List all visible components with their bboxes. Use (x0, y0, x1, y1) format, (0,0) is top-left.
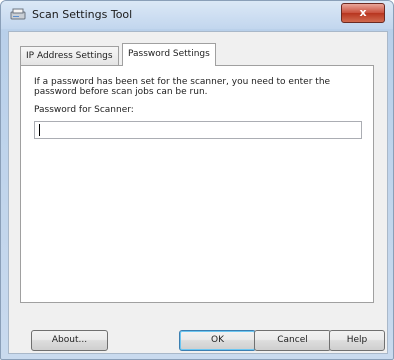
tab-password-settings[interactable]: Password Settings (122, 43, 216, 66)
about-button[interactable]: About... (31, 330, 108, 351)
tab-ip-address-settings[interactable]: IP Address Settings (20, 46, 119, 65)
text-caret (39, 124, 40, 136)
window-title: Scan Settings Tool (32, 8, 133, 21)
dialog-body: IP Address Settings Password Settings If… (8, 31, 388, 354)
password-settings-panel: If a password has been set for the scann… (20, 65, 374, 303)
close-icon: x (359, 6, 367, 19)
dialog-window: Scan Settings Tool x IP Address Settings… (0, 0, 394, 360)
help-button[interactable]: Help (329, 330, 385, 351)
password-input[interactable] (34, 121, 362, 139)
password-field-label: Password for Scanner: (34, 105, 134, 115)
title-bar[interactable]: Scan Settings Tool x (1, 1, 393, 29)
cancel-button[interactable]: Cancel (254, 330, 331, 351)
close-button[interactable]: x (341, 3, 385, 23)
scanner-icon (10, 8, 26, 22)
password-description: If a password has been set for the scann… (34, 77, 331, 97)
ok-button[interactable]: OK (179, 330, 256, 351)
